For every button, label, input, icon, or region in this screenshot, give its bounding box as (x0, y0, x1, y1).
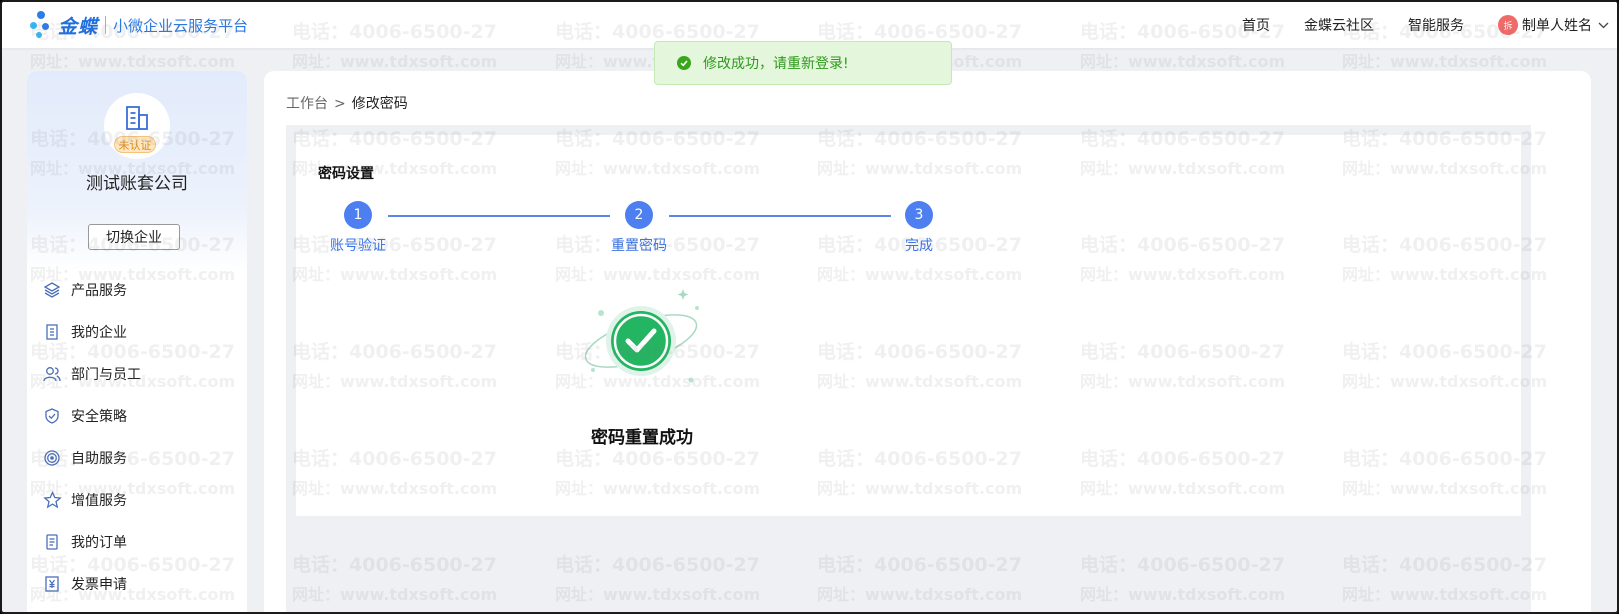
avatar: 拆 (1498, 15, 1518, 35)
breadcrumb-current: 修改密码 (351, 96, 408, 112)
star-icon (42, 490, 62, 510)
sidebar-item-departments[interactable]: 部门与员工 (27, 353, 247, 395)
sidebar-item-label: 产品服务 (71, 283, 127, 299)
sidebar: 未认证 测试账套公司 切换企业 产品服务 我的企业 部门与员工 安全策略 自助服… (27, 71, 247, 612)
breadcrumb-home[interactable]: 工作台 (286, 96, 328, 112)
step-1-number: 1 (344, 201, 372, 229)
sidebar-item-label: 自助服务 (71, 451, 127, 467)
step-1-label: 账号验证 (330, 238, 386, 254)
step-3-number: 3 (905, 201, 933, 229)
sidebar-item-orders[interactable]: 我的订单 (27, 521, 247, 563)
sidebar-item-label: 发票申请 (71, 577, 127, 593)
check-circle-icon (677, 56, 691, 70)
chevron-down-icon (1598, 19, 1609, 32)
logo[interactable]: 金蝶 小微企业云服务平台 (28, 10, 248, 40)
nav-smart-service[interactable]: 智能服务 (1408, 15, 1464, 35)
sidebar-item-self-service[interactable]: 自助服务 (27, 437, 247, 479)
sidebar-item-label: 增值服务 (71, 493, 127, 509)
step-2-number: 2 (625, 201, 653, 229)
company-name: 测试账套公司 (86, 174, 188, 194)
user-name: 制单人姓名 (1522, 18, 1592, 34)
step-connector (669, 215, 891, 217)
success-toast: 修改成功，请重新登录! (654, 41, 952, 85)
breadcrumb-separator: > (334, 96, 346, 112)
sidebar-item-security[interactable]: 安全策略 (27, 395, 247, 437)
sidebar-item-my-company[interactable]: 我的企业 (27, 311, 247, 353)
brand-divider (105, 16, 107, 34)
step-3-label: 完成 (905, 238, 933, 254)
panel-title: 密码设置 (318, 166, 374, 182)
sidebar-item-label: 安全策略 (71, 409, 127, 425)
nav-community[interactable]: 金蝶云社区 (1304, 15, 1374, 35)
certification-badge: 未认证 (114, 136, 156, 153)
users-icon (42, 364, 62, 384)
platform-name: 小微企业云服务平台 (113, 16, 249, 35)
sidebar-item-label: 我的订单 (71, 535, 127, 551)
user-menu[interactable]: 拆 制单人姓名 (1498, 15, 1609, 35)
step-2-label: 重置密码 (611, 238, 667, 254)
step-connector (388, 215, 610, 217)
sidebar-item-label: 部门与员工 (71, 367, 141, 383)
layers-icon (42, 280, 62, 300)
company-building-icon (126, 106, 148, 130)
breadcrumb: 工作台 > 修改密码 (286, 93, 408, 113)
document-icon (42, 532, 62, 552)
kingdee-logo-icon (28, 10, 54, 40)
app-window: 金蝶 小微企业云服务平台 首页 金蝶云社区 智能服务 拆 制单人姓名 未认证 测… (0, 0, 1619, 614)
sidebar-menu: 产品服务 我的企业 部门与员工 安全策略 自助服务 增值服务 我的订单 发票申请 (27, 269, 247, 605)
top-nav: 首页 金蝶云社区 智能服务 拆 制单人姓名 (1242, 2, 1617, 48)
main-content: 工作台 > 修改密码 密码设置 1 2 3 账号验证 重置密码 完成 密码重置成… (264, 71, 1591, 612)
password-panel: 密码设置 1 2 3 账号验证 重置密码 完成 密码重置成功 (296, 135, 1521, 516)
switch-company-button[interactable]: 切换企业 (88, 224, 180, 250)
content-area: 密码设置 1 2 3 账号验证 重置密码 完成 密码重置成功 (286, 125, 1531, 612)
sidebar-item-label: 我的企业 (71, 325, 127, 341)
shield-icon (42, 406, 62, 426)
nav-home[interactable]: 首页 (1242, 15, 1270, 35)
sidebar-item-value-added[interactable]: 增值服务 (27, 479, 247, 521)
success-message: 密码重置成功 (591, 428, 693, 448)
toast-message: 修改成功，请重新登录! (703, 56, 849, 72)
building-icon (42, 322, 62, 342)
success-check-icon (584, 289, 699, 383)
brand-name: 金蝶 (58, 15, 99, 38)
sidebar-item-products[interactable]: 产品服务 (27, 269, 247, 311)
invoice-icon (42, 574, 62, 594)
company-avatar: 未认证 (104, 93, 170, 159)
sidebar-item-invoice[interactable]: 发票申请 (27, 563, 247, 605)
target-icon (42, 448, 62, 468)
